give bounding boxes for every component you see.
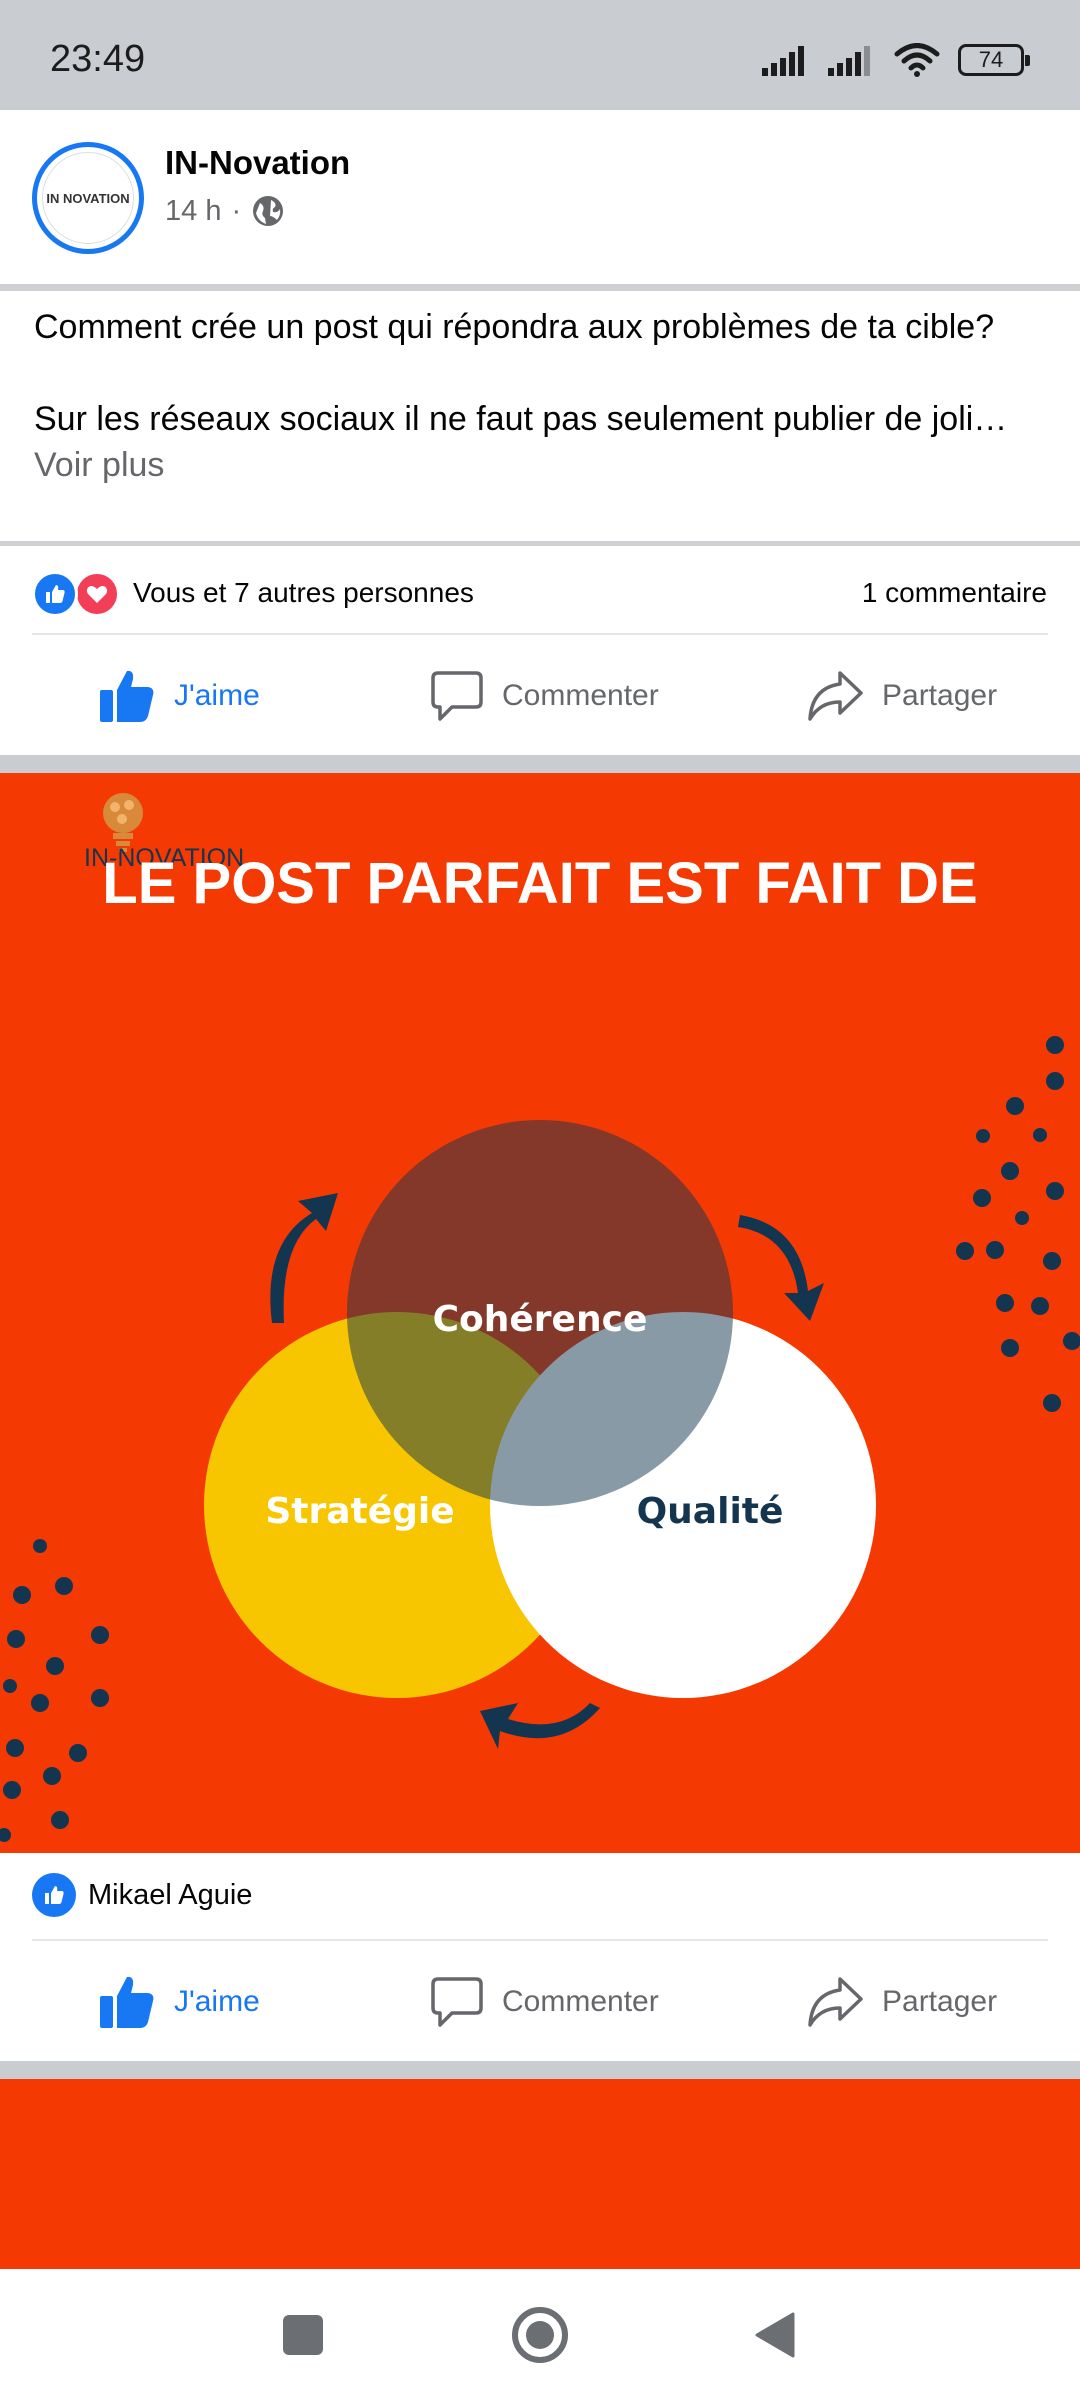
like-label: J'aime: [174, 679, 260, 712]
label-strategie: Stratégie: [265, 1491, 454, 1532]
share-label: Partager: [882, 679, 998, 712]
like-reaction-icon: [32, 1873, 76, 1917]
thumbs-up-icon: [100, 1976, 154, 2028]
post-text-paragraph: Sur les réseaux sociaux il ne faut pas s…: [34, 396, 1044, 488]
like-button[interactable]: J'aime: [98, 1943, 260, 2061]
signal-icon: [828, 46, 870, 76]
divider: [32, 633, 1048, 635]
like-reaction-icon: [32, 571, 78, 617]
comment-button[interactable]: Commenter: [430, 637, 659, 755]
label-coherence: Cohérence: [433, 1299, 648, 1340]
likes-summary[interactable]: Mikael Aguie: [0, 1853, 1080, 1937]
post-time: 14 h: [165, 194, 222, 227]
meta-separator: ·: [231, 194, 242, 227]
divider: [32, 1939, 1048, 1941]
share-button[interactable]: Partager: [806, 1943, 997, 2061]
love-reaction-icon: [74, 571, 120, 617]
like-label: J'aime: [174, 1985, 260, 2018]
system-navigation-bar: [0, 2269, 1080, 2400]
home-circle-icon: [512, 2306, 568, 2363]
divider: [0, 284, 1080, 291]
avatar[interactable]: IN NOVATION: [32, 142, 144, 254]
comment-icon: [431, 1977, 483, 2027]
like-button[interactable]: J'aime: [98, 637, 260, 755]
venn-graphic: IN-NOVATION LE POST PARFAIT EST FAIT DE …: [0, 793, 1080, 1842]
post-separator: [0, 2061, 1080, 2079]
next-post-image[interactable]: [0, 2079, 1080, 2269]
graphic-title: LE POST PARFAIT EST FAIT DE: [102, 851, 977, 916]
post-text: Comment crée un post qui répondra aux pr…: [34, 304, 1044, 488]
back-button[interactable]: [705, 2269, 845, 2400]
reaction-icons: [32, 571, 124, 617]
dots-decoration-right: [956, 1036, 1080, 1412]
comment-label: Commenter: [502, 679, 659, 712]
post-text-truncated: Sur les réseaux sociaux il ne faut pas s…: [34, 400, 1008, 438]
back-triangle-icon: [755, 2312, 795, 2357]
post-image[interactable]: IN-NOVATION LE POST PARFAIT EST FAIT DE …: [0, 773, 1080, 1853]
share-label: Partager: [882, 1985, 998, 2018]
dots-decoration-left: [0, 1539, 109, 1842]
reactions-summary[interactable]: Vous et 7 autres personnes 1 commentaire: [0, 553, 1080, 635]
liker-name[interactable]: Mikael Aguie: [88, 1879, 252, 1912]
image-actions: J'aime Commenter Partager: [0, 1943, 1080, 2061]
signal-icon: [762, 46, 804, 76]
see-more-link[interactable]: Voir plus: [34, 446, 164, 484]
post-meta: 14 h ·: [165, 194, 285, 228]
thumbs-up-icon: [100, 670, 154, 722]
post-text-paragraph: Comment crée un post qui répondra aux pr…: [34, 308, 995, 346]
status-time: 23:49: [50, 38, 146, 80]
comment-button[interactable]: Commenter: [430, 1943, 659, 2061]
home-button[interactable]: [470, 2269, 610, 2400]
divider: [0, 541, 1080, 546]
post-actions: J'aime Commenter Partager: [0, 637, 1080, 755]
page-name[interactable]: IN-Novation: [165, 144, 350, 182]
avatar-logo: IN NOVATION: [42, 152, 134, 244]
post-separator: [0, 755, 1080, 773]
wifi-icon: [894, 43, 940, 77]
label-qualite: Qualité: [637, 1491, 784, 1532]
comments-count[interactable]: 1 commentaire: [862, 577, 1047, 609]
square-icon: [283, 2314, 323, 2355]
status-bar: 23:49 74: [0, 0, 1080, 110]
status-icons: 74: [762, 40, 1030, 80]
share-icon: [808, 1977, 863, 2027]
battery-icon: 74: [958, 44, 1030, 76]
globe-icon: [253, 196, 284, 226]
comment-label: Commenter: [502, 1985, 659, 2018]
reactions-text[interactable]: Vous et 7 autres personnes: [133, 577, 474, 609]
share-button[interactable]: Partager: [806, 637, 997, 755]
post-header: IN NOVATION IN-Novation 14 h ·: [0, 110, 1080, 287]
comment-icon: [431, 671, 483, 721]
recents-button[interactable]: [233, 2269, 373, 2400]
share-icon: [808, 671, 863, 721]
